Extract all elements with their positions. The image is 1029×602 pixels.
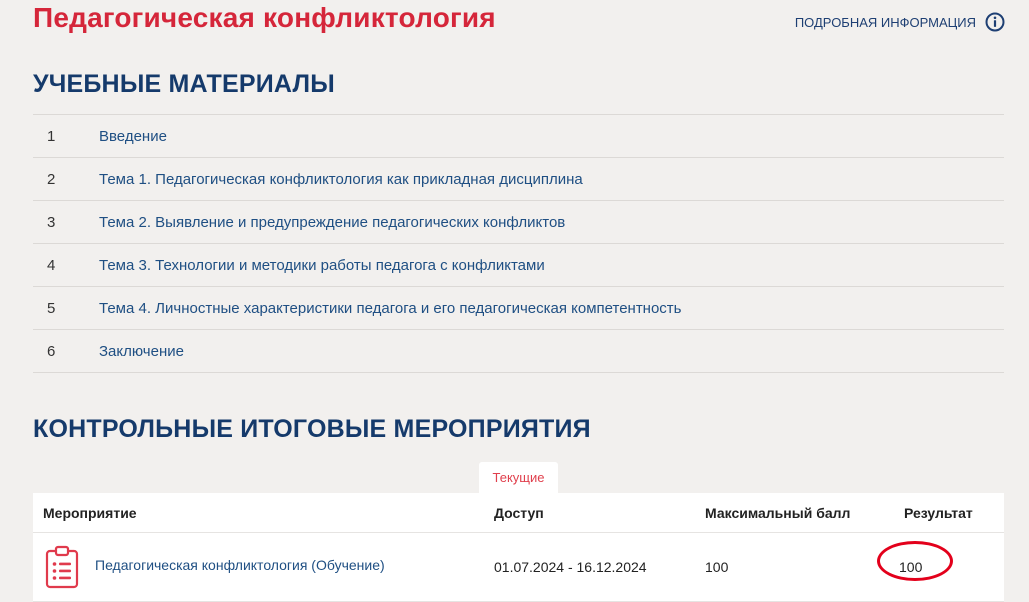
- materials-item-number: 6: [47, 342, 56, 360]
- page-title: Педагогическая конфликтология: [33, 2, 496, 33]
- materials-item-topic-2[interactable]: 3 Тема 2. Выявление и предупреждение пед…: [33, 201, 1004, 244]
- more-info-link[interactable]: ПОДРОБНАЯ ИНФОРМАЦИЯ: [795, 12, 1005, 32]
- tab-current[interactable]: Текущие: [479, 462, 558, 493]
- materials-item-link[interactable]: Введение: [99, 128, 167, 145]
- materials-item-topic-3[interactable]: 4 Тема 3. Технологии и методики работы п…: [33, 244, 1004, 287]
- materials-item-number: 5: [47, 299, 56, 317]
- materials-item-number: 1: [47, 127, 56, 145]
- materials-item-number: 2: [47, 170, 56, 188]
- result-value: 100: [899, 559, 923, 575]
- materials-item-link[interactable]: Заключение: [99, 343, 184, 360]
- control-section-title: КОНТРОЛЬНЫЕ ИТОГОВЫЕ МЕРОПРИЯТИЯ: [33, 415, 591, 443]
- events-table: Мероприятие Доступ Максимальный балл Рез…: [33, 493, 1004, 602]
- materials-list: 1 Введение 2 Тема 1. Педагогическая конф…: [33, 114, 1004, 373]
- max-score-cell: 100: [705, 559, 729, 575]
- materials-section-title: УЧЕБНЫЕ МАТЕРИАЛЫ: [33, 70, 335, 98]
- column-header-max-score: Максимальный балл: [705, 504, 851, 521]
- event-link[interactable]: Педагогическая конфликтология (Обучение): [95, 557, 385, 573]
- info-circle-icon[interactable]: [985, 12, 1005, 32]
- materials-item-intro[interactable]: 1 Введение: [33, 115, 1004, 158]
- materials-item-number: 4: [47, 256, 56, 274]
- materials-item-link[interactable]: Тема 2. Выявление и предупреждение педаг…: [99, 214, 565, 231]
- column-header-event: Мероприятие: [43, 504, 137, 521]
- materials-item-topic-1[interactable]: 2 Тема 1. Педагогическая конфликтология …: [33, 158, 1004, 201]
- column-header-result: Результат: [904, 504, 973, 521]
- materials-item-link[interactable]: Тема 1. Педагогическая конфликтология ка…: [99, 171, 583, 188]
- materials-item-topic-4[interactable]: 5 Тема 4. Личностные характеристики педа…: [33, 287, 1004, 330]
- access-cell: 01.07.2024 - 16.12.2024: [494, 559, 647, 575]
- column-header-access: Доступ: [494, 504, 544, 521]
- result-cell: 100: [877, 541, 1004, 581]
- event-cell: Педагогическая конфликтология (Обучение): [33, 545, 494, 589]
- materials-item-number: 3: [47, 213, 56, 231]
- materials-item-link[interactable]: Тема 3. Технологии и методики работы пед…: [99, 257, 545, 274]
- table-row: Педагогическая конфликтология (Обучение)…: [33, 533, 1004, 602]
- events-table-header: Мероприятие Доступ Максимальный балл Рез…: [33, 493, 1004, 533]
- materials-item-conclusion[interactable]: 6 Заключение: [33, 330, 1004, 373]
- clipboard-list-icon: [45, 545, 79, 589]
- materials-item-link[interactable]: Тема 4. Личностные характеристики педаго…: [99, 300, 682, 317]
- more-info-label: ПОДРОБНАЯ ИНФОРМАЦИЯ: [794, 14, 976, 30]
